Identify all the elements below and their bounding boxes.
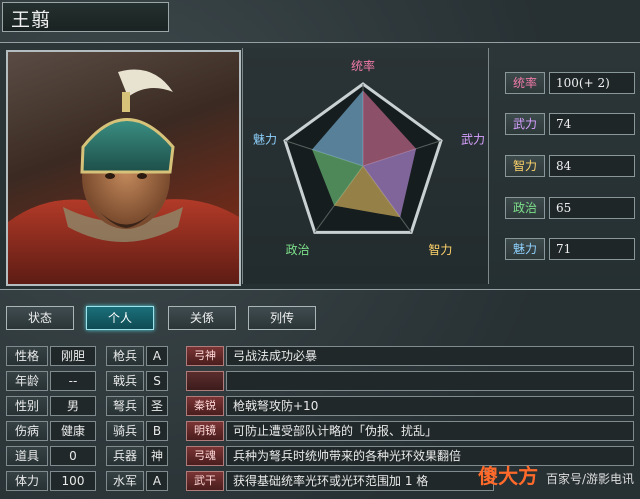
attr-label: 体力	[6, 471, 48, 491]
skill-name[interactable]: 秦锐	[186, 396, 224, 416]
troop-label: 兵器	[106, 446, 144, 466]
stat-value: 100(+ 2)	[549, 72, 635, 94]
stat-value: 84	[549, 155, 635, 177]
troop-label: 骑兵	[106, 421, 144, 441]
troop-grade: B	[146, 421, 168, 441]
stat-label: 统率	[505, 72, 545, 94]
watermark-logo: 傻大方	[478, 464, 539, 488]
troop-label: 弩兵	[106, 396, 144, 416]
attr-label: 性格	[6, 346, 48, 366]
radar-panel: 统率武力智力 政治 魅力	[242, 48, 489, 284]
attr-label: 年龄	[6, 371, 48, 391]
stat-radar-chart: 统率武力智力 政治 魅力	[253, 58, 485, 257]
attr-value: 男	[50, 396, 96, 416]
radar-label-leadership: 统率	[351, 58, 375, 73]
skill-description: 可防止遭受部队计略的「伪报、扰乱」	[226, 421, 634, 441]
radar-label-charm: 魅力	[253, 131, 277, 146]
general-portrait	[6, 50, 241, 286]
skill-description: 枪戟弩攻防+10	[226, 396, 634, 416]
troop-grade: 圣	[146, 396, 168, 416]
radar-label-politics: 政治	[286, 243, 310, 257]
skill-description: 弓战法成功必暴	[226, 346, 634, 366]
attr-value: 刚胆	[50, 346, 96, 366]
troop-label: 戟兵	[106, 371, 144, 391]
tab-personal[interactable]: 个人	[86, 306, 154, 330]
attr-value: 0	[50, 446, 96, 466]
tab-bar: 状态 个人 关係 列传	[0, 306, 640, 336]
skill-name[interactable]: 弓神	[186, 346, 224, 366]
stat-label: 智力	[505, 155, 545, 177]
troop-label: 水军	[106, 471, 144, 491]
general-name-box: 王翦	[2, 2, 169, 32]
skill-name-empty[interactable]	[186, 371, 224, 391]
attr-label: 伤病	[6, 421, 48, 441]
radar-label-force: 武力	[461, 132, 485, 146]
skill-name[interactable]: 明镜	[186, 421, 224, 441]
stat-value: 65	[549, 197, 635, 219]
tab-status[interactable]: 状态	[6, 306, 74, 330]
stat-value: 71	[549, 238, 635, 260]
attr-label: 性别	[6, 396, 48, 416]
stat-label: 武力	[505, 113, 545, 135]
skill-description: 获得基础统率光环或光环范围加 1 格	[226, 471, 494, 491]
watermark: 傻大方 百家号/游影电讯	[478, 460, 634, 489]
tab-relations[interactable]: 关係	[168, 306, 236, 330]
skill-description	[226, 371, 634, 391]
stat-value: 74	[549, 113, 635, 135]
troop-grade: S	[146, 371, 168, 391]
tab-biography[interactable]: 列传	[248, 306, 316, 330]
attr-value: 健康	[50, 421, 96, 441]
general-name: 王翦	[11, 9, 52, 31]
stat-label: 政治	[505, 197, 545, 219]
troop-grade: A	[146, 346, 168, 366]
troop-label: 枪兵	[106, 346, 144, 366]
attr-label: 道具	[6, 446, 48, 466]
skill-name[interactable]: 弓魂	[186, 446, 224, 466]
attr-value: --	[50, 371, 96, 391]
watermark-text: 百家号/游影电讯	[545, 472, 634, 486]
skill-name[interactable]: 武干	[186, 471, 224, 491]
stat-label: 魅力	[505, 238, 545, 260]
attr-value: 100	[50, 471, 96, 491]
troop-grade: A	[146, 471, 168, 491]
radar-label-intelligence: 智力	[428, 242, 452, 257]
stats-column: 统率 100(+ 2) 武力 74 智力 84 政治 65 魅力 71	[490, 48, 640, 284]
troop-grade: 神	[146, 446, 168, 466]
